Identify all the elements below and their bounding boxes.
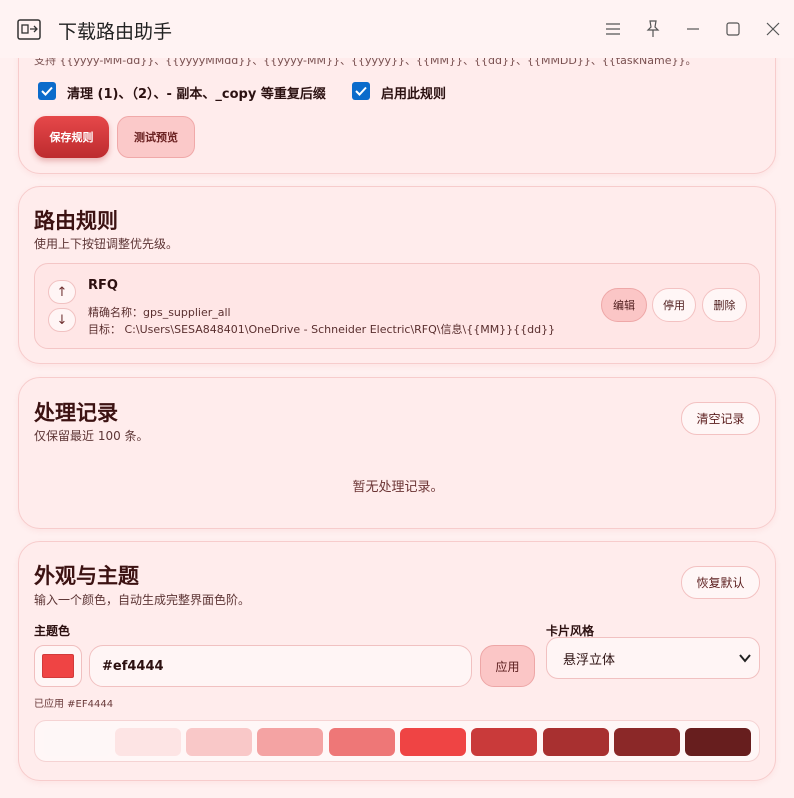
enable-rule-label: 启用此规则: [381, 87, 447, 102]
history-title: 处理记录: [34, 401, 118, 425]
history-empty-text: 暂无处理记录。: [352, 480, 444, 495]
template-hint: 支持 {{yyyy-MM-dd}}、{{yyyyMMdd}}、{{yyyy-MM…: [34, 58, 697, 67]
window-title: 下载路由助手: [58, 21, 173, 43]
palette-swatch: [186, 728, 252, 756]
palette-swatch: [471, 728, 537, 756]
title-bar: 下载路由助手: [0, 0, 794, 58]
dedupe-checkbox[interactable]: [38, 82, 56, 100]
card-style-value: 悬浮立体: [563, 652, 616, 668]
apply-color-button[interactable]: 应用: [480, 645, 535, 687]
routes-card: 路由规则 使用上下按钮调整优先级。 ↑ ↓ RFQ 精确名称：gps_suppl…: [18, 186, 776, 364]
pin-icon[interactable]: [641, 17, 665, 41]
disable-button[interactable]: 停用: [652, 288, 696, 322]
scroll-content[interactable]: 支持 {{yyyy-MM-dd}}、{{yyyyMMdd}}、{{yyyy-MM…: [0, 58, 794, 798]
route-item: ↑ ↓ RFQ 精确名称：gps_supplier_all 目标： C:\Use…: [34, 263, 760, 349]
edit-button[interactable]: 编辑: [601, 288, 647, 322]
theme-subtitle: 输入一个颜色，自动生成完整界面色阶。: [34, 593, 251, 607]
menu-icon[interactable]: [601, 17, 625, 41]
app-icon: [17, 17, 43, 41]
route-target: 目标： C:\Users\SESA848401\OneDrive - Schne…: [88, 323, 556, 336]
palette-swatch: [329, 728, 395, 756]
rule-editor-card: 支持 {{yyyy-MM-dd}}、{{yyyyMMdd}}、{{yyyy-MM…: [18, 58, 776, 174]
chevron-down-icon: [739, 652, 751, 667]
test-preview-button[interactable]: 测试预览: [117, 116, 195, 158]
card-style-select[interactable]: 悬浮立体: [546, 637, 760, 679]
color-picker-button[interactable]: [34, 645, 82, 687]
color-palette: [34, 720, 760, 762]
applied-color-text: 已应用 #EF4444: [34, 699, 114, 710]
route-match: 精确名称：gps_supplier_all: [88, 306, 231, 319]
routes-title: 路由规则: [34, 209, 118, 233]
route-name: RFQ: [88, 278, 118, 293]
palette-swatch: [685, 728, 751, 756]
maximize-icon[interactable]: [721, 17, 745, 41]
routes-subtitle: 使用上下按钮调整优先级。: [34, 237, 179, 251]
palette-swatch: [400, 728, 466, 756]
palette-swatch: [543, 728, 609, 756]
palette-swatch: [44, 728, 110, 756]
theme-card: 外观与主题 输入一个颜色，自动生成完整界面色阶。 恢复默认 主题色 卡片风格 #…: [18, 541, 776, 781]
color-swatch: [42, 654, 74, 678]
palette-swatch: [614, 728, 680, 756]
theme-color-label: 主题色: [34, 624, 71, 638]
enable-rule-checkbox[interactable]: [352, 82, 370, 100]
minimize-icon[interactable]: [681, 17, 705, 41]
history-card: 处理记录 仅保留最近 100 条。 清空记录 暂无处理记录。: [18, 377, 776, 529]
reset-theme-button[interactable]: 恢复默认: [681, 566, 760, 599]
move-down-button[interactable]: ↓: [48, 308, 76, 332]
history-subtitle: 仅保留最近 100 条。: [34, 429, 149, 443]
close-icon[interactable]: [761, 17, 785, 41]
clear-history-button[interactable]: 清空记录: [681, 402, 760, 435]
move-up-button[interactable]: ↑: [48, 280, 76, 304]
theme-color-input[interactable]: #ef4444: [89, 645, 472, 687]
dedupe-label: 清理 (1)、（2）、- 副本、_copy 等重复后缀: [67, 87, 326, 102]
palette-swatch: [115, 728, 181, 756]
save-rule-button[interactable]: 保存规则: [34, 116, 109, 158]
palette-swatch: [257, 728, 323, 756]
theme-title: 外观与主题: [34, 564, 139, 588]
delete-button[interactable]: 删除: [702, 288, 747, 322]
